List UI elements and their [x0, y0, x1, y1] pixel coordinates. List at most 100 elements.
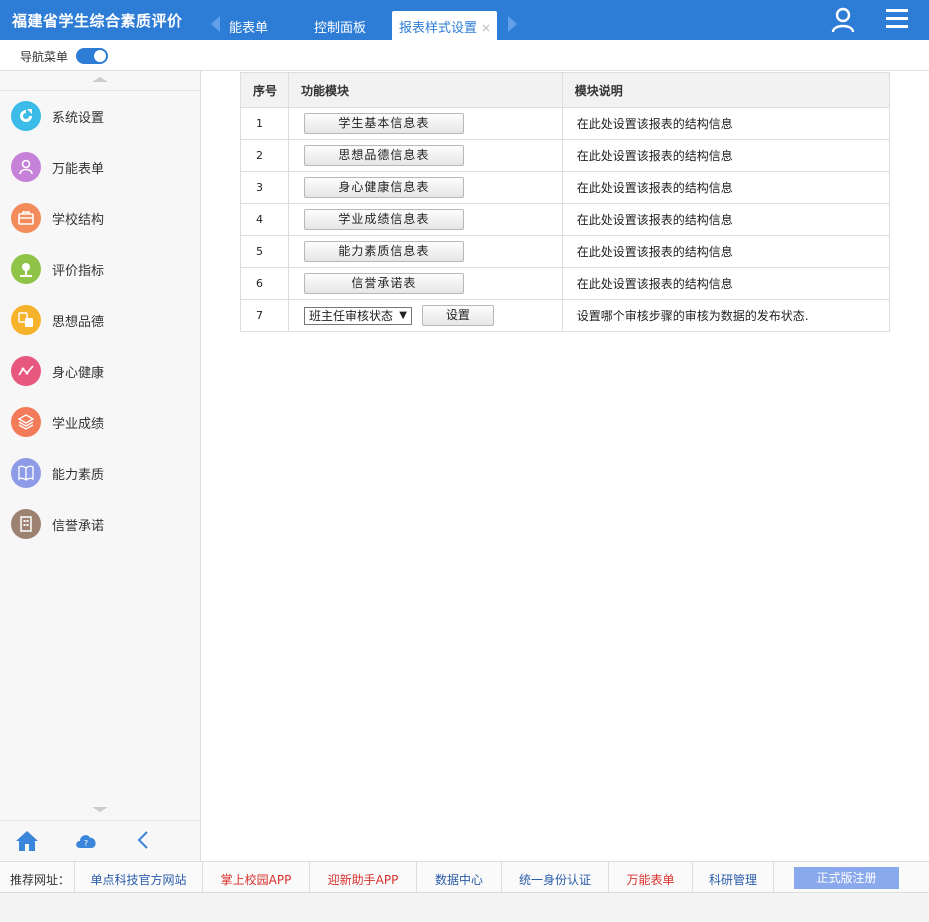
- sidebar-item-label: 评价指标: [52, 264, 105, 279]
- nav-toggle-row: 导航菜单: [0, 40, 929, 71]
- row-description: 在此处设置该报表的结构信息: [561, 267, 891, 300]
- register-button[interactable]: 正式版注册: [794, 867, 899, 889]
- table-row: 7 班主任审核状态 ▼ 设置 设置哪个审核步骤的审核为数据的发布状态.: [240, 299, 891, 332]
- sidebar-item-label: 学校结构: [52, 213, 105, 228]
- dropdown-arrow-icon: ▼: [399, 309, 407, 321]
- briefcase-icon: [11, 203, 41, 233]
- tab-report-style[interactable]: 报表样式设置 ×: [392, 11, 497, 40]
- tab-control-panel-label: 控制面板: [314, 21, 367, 36]
- app-root: 福建省学生综合素质评价 能表单 控制面板 报表样式设置× 导航菜单 系统设置: [0, 0, 929, 922]
- collapse-left-icon[interactable]: [136, 830, 150, 850]
- footer-link-identity-auth[interactable]: 统一身份认证: [501, 862, 608, 892]
- book-icon: [11, 458, 41, 488]
- sidebar-item-moral-character[interactable]: 思想品德: [0, 295, 200, 346]
- footer-label: 推荐网址：: [10, 873, 71, 887]
- sidebar-item-label: 学业成绩: [52, 417, 105, 432]
- footer-link-welcome-app[interactable]: 迎新助手APP: [309, 862, 416, 892]
- row-description: 设置哪个审核步骤的审核为数据的发布状态.: [561, 299, 891, 332]
- sidebar-item-label: 身心健康: [52, 366, 105, 381]
- sidebar-item-label: 万能表单: [52, 162, 105, 177]
- row-number: 6: [240, 267, 289, 300]
- sidebar: 系统设置 万能表单 学校结构 评价指标 思想品德 身心健康 学业成绩 能力素质 …: [0, 71, 201, 861]
- footer-links-bar: 推荐网址： 单点科技官方网站 掌上校园APP 迎新助手APP 数据中心 统一身份…: [0, 861, 929, 893]
- table-row: 6 信誉承诺表 在此处设置该报表的结构信息: [240, 267, 891, 300]
- chart-line-icon: [11, 356, 41, 386]
- review-status-select[interactable]: 班主任审核状态 ▼: [303, 306, 412, 325]
- sidebar-item-ability-quality[interactable]: 能力素质: [0, 448, 200, 499]
- sidebar-item-universal-form[interactable]: 万能表单: [0, 142, 200, 193]
- sidebar-item-physical-mental-health[interactable]: 身心健康: [0, 346, 200, 397]
- user-icon[interactable]: [831, 7, 855, 33]
- tab-scroll-left-icon[interactable]: [211, 16, 220, 32]
- footer-link-research-mgmt[interactable]: 科研管理: [692, 862, 774, 892]
- table-row: 1 学生基本信息表 在此处设置该报表的结构信息: [240, 107, 891, 140]
- footer-link-universal-form[interactable]: 万能表单: [608, 862, 692, 892]
- footer-link-official-site[interactable]: 单点科技官方网站: [74, 862, 202, 892]
- sidebar-item-label: 信誉承诺: [52, 519, 105, 534]
- row-number: 1: [240, 107, 289, 140]
- home-icon[interactable]: [15, 830, 39, 852]
- ability-info-button[interactable]: 能力素质信息表: [303, 241, 464, 262]
- moral-info-button[interactable]: 思想品德信息表: [303, 145, 464, 166]
- cloud-help-icon[interactable]: ?: [74, 830, 98, 850]
- table-header-row: 序号 功能模块 模块说明: [240, 72, 891, 108]
- academic-info-button[interactable]: 学业成绩信息表: [303, 209, 464, 230]
- set-button[interactable]: 设置: [421, 305, 494, 326]
- review-status-value: 班主任审核状态: [308, 308, 393, 323]
- settings-icon: [11, 101, 41, 131]
- sidebar-item-academic-results[interactable]: 学业成绩: [0, 397, 200, 448]
- building-icon: [11, 509, 41, 539]
- sidebar-item-school-structure[interactable]: 学校结构: [0, 193, 200, 244]
- location-pin-icon: [11, 254, 41, 284]
- tab-scroll-right-icon[interactable]: [508, 16, 517, 32]
- tab-form-label: 能表单: [229, 21, 269, 36]
- col-header-seq: 序号: [240, 72, 289, 108]
- sidebar-bottom-bar: ?: [0, 822, 200, 861]
- tab-control-panel[interactable]: 控制面板: [314, 11, 366, 40]
- credit-commitment-button[interactable]: 信誉承诺表: [303, 273, 464, 294]
- col-header-description: 模块说明: [561, 72, 891, 108]
- footer-link-data-center[interactable]: 数据中心: [416, 862, 501, 892]
- report-style-table: 序号 功能模块 模块说明 1 学生基本信息表 在此处设置该报表的结构信息 2 思…: [240, 72, 891, 332]
- tab-form[interactable]: 能表单: [229, 11, 293, 40]
- sidebar-item-label: 思想品德: [52, 315, 105, 330]
- bottom-strip: [0, 893, 929, 922]
- table-row: 4 学业成绩信息表 在此处设置该报表的结构信息: [240, 203, 891, 236]
- row-description: 在此处设置该报表的结构信息: [561, 171, 891, 204]
- nav-menu-toggle[interactable]: [76, 48, 108, 64]
- row-number: 3: [240, 171, 289, 204]
- row-description: 在此处设置该报表的结构信息: [561, 235, 891, 268]
- tab-close-icon[interactable]: ×: [481, 21, 491, 35]
- table-row: 5 能力素质信息表 在此处设置该报表的结构信息: [240, 235, 891, 268]
- student-basic-info-button[interactable]: 学生基本信息表: [303, 113, 464, 134]
- transfer-icon: [11, 305, 41, 335]
- sidebar-item-label: 系统设置: [52, 111, 105, 126]
- table-row: 3 身心健康信息表 在此处设置该报表的结构信息: [240, 171, 891, 204]
- top-bar: 福建省学生综合素质评价 能表单 控制面板 报表样式设置 ×: [0, 0, 929, 40]
- nav-menu-label: 导航菜单: [20, 50, 69, 64]
- row-number: 4: [240, 203, 289, 236]
- app-title: 福建省学生综合素质评价: [12, 12, 183, 30]
- row-description: 在此处设置该报表的结构信息: [561, 203, 891, 236]
- table-row: 2 思想品德信息表 在此处设置该报表的结构信息: [240, 139, 891, 172]
- sidebar-scroll-down-icon[interactable]: [0, 801, 200, 821]
- sidebar-scroll-up-icon[interactable]: [0, 71, 200, 91]
- sidebar-item-credit-commitment[interactable]: 信誉承诺: [0, 499, 200, 550]
- col-header-module: 功能模块: [287, 72, 563, 108]
- row-description: 在此处设置该报表的结构信息: [561, 107, 891, 140]
- svg-text:?: ?: [84, 839, 88, 848]
- layers-icon: [11, 407, 41, 437]
- health-info-button[interactable]: 身心健康信息表: [303, 177, 464, 198]
- row-description: 在此处设置该报表的结构信息: [561, 139, 891, 172]
- toggle-knob: [94, 50, 106, 62]
- sidebar-item-evaluation-index[interactable]: 评价指标: [0, 244, 200, 295]
- row-number: 5: [240, 235, 289, 268]
- sidebar-item-system-settings[interactable]: 系统设置: [0, 91, 200, 142]
- tab-report-style-label: 报表样式设置: [399, 21, 478, 36]
- menu-icon[interactable]: [885, 8, 909, 30]
- footer-link-campus-app[interactable]: 掌上校园APP: [202, 862, 309, 892]
- row-number: 2: [240, 139, 289, 172]
- row-number: 7: [240, 299, 289, 332]
- sidebar-item-label: 能力素质: [52, 468, 105, 483]
- main-content: 序号 功能模块 模块说明 1 学生基本信息表 在此处设置该报表的结构信息 2 思…: [201, 71, 929, 861]
